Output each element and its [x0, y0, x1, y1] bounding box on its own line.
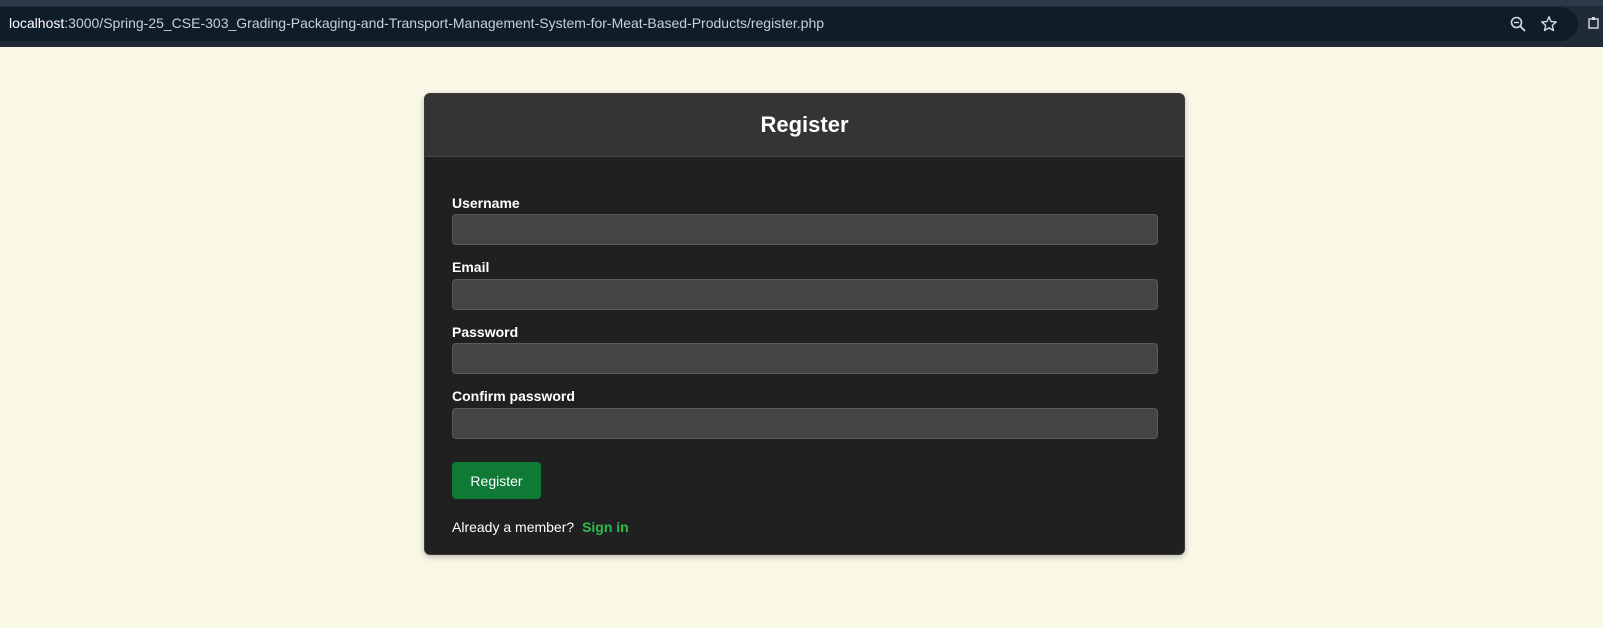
url-host: localhost	[9, 15, 65, 31]
password-input[interactable]	[452, 343, 1158, 374]
card-header: Register	[425, 94, 1184, 157]
email-input[interactable]	[452, 279, 1158, 310]
address-bar[interactable]: localhost:3000/Spring-25_CSE-303_Grading…	[0, 7, 1578, 41]
password-label: Password	[452, 324, 519, 340]
extensions-icon[interactable]	[1588, 16, 1600, 30]
page-title: Register	[760, 112, 849, 137]
confirm-password-input[interactable]	[452, 408, 1158, 439]
tab-strip	[0, 0, 1603, 6]
url-text[interactable]: localhost:3000/Spring-25_CSE-303_Grading…	[9, 15, 824, 31]
username-label: Username	[452, 195, 520, 211]
signin-prompt: Already a member? Sign in	[452, 519, 629, 535]
register-button[interactable]: Register	[452, 462, 541, 499]
register-card: Register Username Email Password Confirm…	[424, 93, 1185, 555]
email-label: Email	[452, 259, 490, 275]
signin-link[interactable]: Sign in	[582, 519, 629, 535]
zoom-icon[interactable]	[1509, 15, 1527, 33]
bookmark-star-icon[interactable]	[1540, 15, 1558, 33]
username-input[interactable]	[452, 214, 1158, 245]
url-path: :3000/Spring-25_CSE-303_Grading-Packagin…	[64, 15, 825, 31]
member-prompt-text: Already a member?	[452, 519, 575, 535]
confirm-password-label: Confirm password	[452, 388, 575, 404]
browser-toolbar: localhost:3000/Spring-25_CSE-303_Grading…	[0, 0, 1603, 47]
